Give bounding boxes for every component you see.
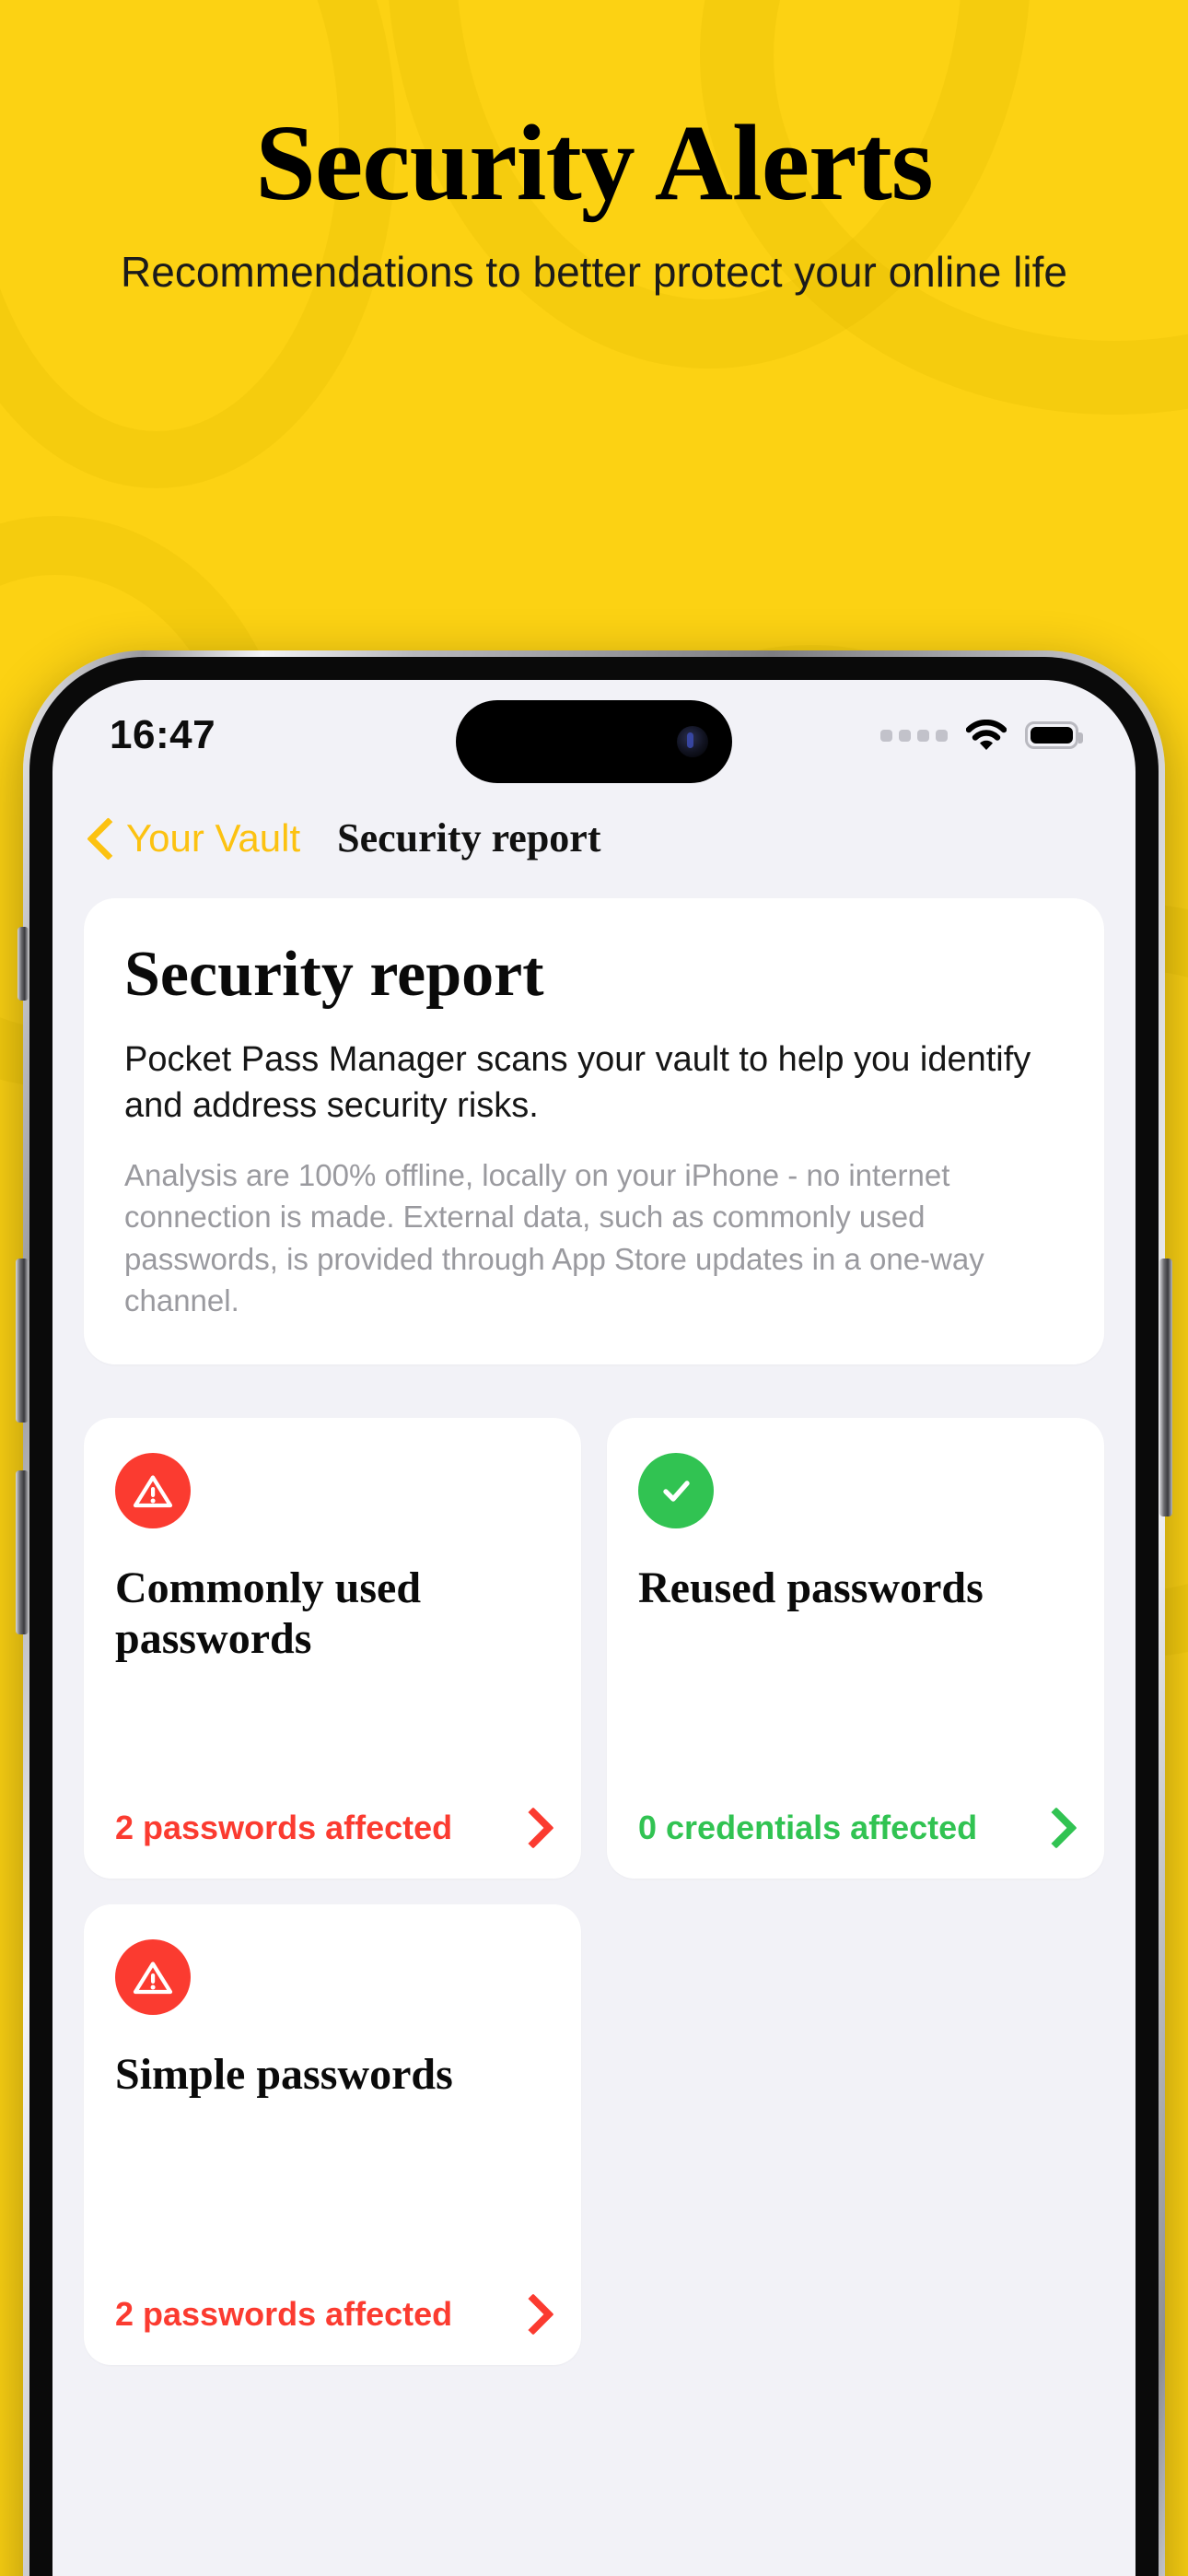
tile-simple-passwords[interactable]: Simple passwords 2 passwords affected	[84, 1903, 581, 2365]
phone-screen: 16:47 Your Vault Security report Securit…	[52, 680, 1136, 2576]
hero-subtitle: Recommendations to better protect your o…	[121, 248, 1067, 296]
check-circle-icon	[638, 1452, 714, 1528]
front-camera-icon	[677, 726, 708, 757]
page-title: Security report	[337, 815, 601, 861]
hero-section: Security Alerts Recommendations to bette…	[0, 0, 1188, 297]
back-button-label: Your Vault	[126, 815, 301, 860]
back-button[interactable]: Your Vault	[89, 816, 300, 861]
warning-triangle-icon	[115, 1938, 191, 2015]
status-clock: 16:47	[110, 712, 216, 757]
warning-triangle-icon	[115, 1452, 191, 1528]
phone-mockup: 16:47 Your Vault Security report Securit…	[16, 650, 1172, 2576]
cellular-dots-icon	[880, 729, 948, 742]
tile-status-text: 2 passwords affected	[115, 1808, 453, 1846]
tile-title: Commonly used passwords	[115, 1563, 422, 1663]
info-card-title: Security report	[124, 939, 544, 1010]
chevron-right-icon[interactable]	[517, 1809, 550, 1842]
grid-spacer	[607, 1904, 1104, 2365]
tile-reused-passwords[interactable]: Reused passwords 0 credentials affected	[607, 1417, 1104, 1879]
tile-commonly-used-passwords[interactable]: Commonly used passwords 2 passwords affe…	[84, 1417, 581, 1879]
navigation-bar: Your Vault Security report	[52, 790, 1136, 878]
volume-down-button[interactable]	[16, 1470, 29, 1634]
volume-up-button[interactable]	[16, 1259, 29, 1423]
mute-switch-button[interactable]	[17, 927, 29, 1001]
status-bar: 16:47	[52, 680, 1136, 790]
chevron-right-icon[interactable]	[1040, 1809, 1073, 1842]
chevron-right-icon[interactable]	[517, 2295, 550, 2328]
status-indicators	[880, 719, 1083, 751]
hero-title: Security Alerts	[255, 102, 933, 223]
tile-title: Reused passwords	[638, 1563, 984, 1612]
tile-footer: 2 passwords affected	[115, 1771, 550, 1847]
chevron-left-icon	[89, 818, 113, 859]
power-button[interactable]	[1159, 1259, 1172, 1516]
battery-full-icon	[1025, 721, 1083, 749]
tile-status-text: 2 passwords affected	[115, 2294, 453, 2333]
tile-title: Simple passwords	[115, 2049, 453, 2099]
content-area: Security report Pocket Pass Manager scan…	[52, 878, 1136, 2365]
tile-status-text: 0 credentials affected	[638, 1808, 978, 1846]
security-tile-grid: Commonly used passwords 2 passwords affe…	[84, 1417, 1104, 2365]
tile-footer: 2 passwords affected	[115, 2257, 550, 2334]
wifi-icon	[965, 719, 1007, 751]
security-report-info-card: Security report Pocket Pass Manager scan…	[84, 898, 1104, 1364]
info-card-note: Analysis are 100% offline, locally on yo…	[124, 1157, 984, 1318]
tile-footer: 0 credentials affected	[638, 1771, 1073, 1847]
info-card-body: Pocket Pass Manager scans your vault to …	[124, 1039, 1031, 1125]
dynamic-island	[456, 700, 732, 783]
